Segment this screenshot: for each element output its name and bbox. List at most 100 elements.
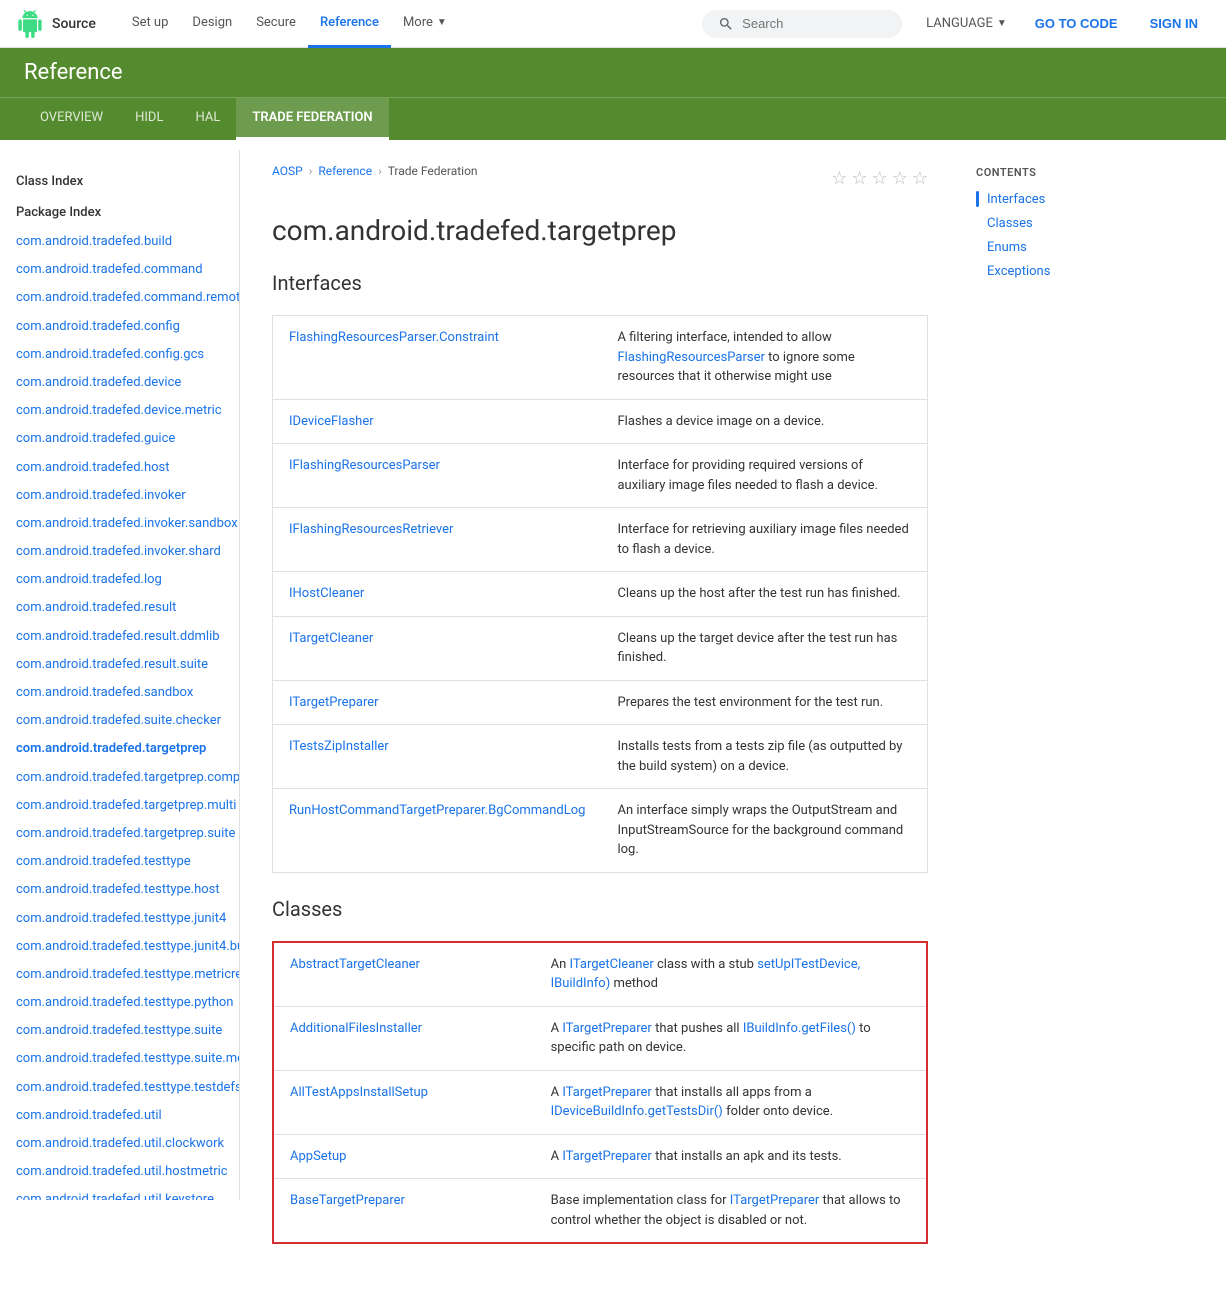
inline-link-itargetpreparer-3[interactable]: ITargetPreparer — [562, 1085, 652, 1100]
sign-in-button[interactable]: SIGN IN — [1138, 10, 1210, 37]
inline-link-idevicebuildinfo-gettestsdir[interactable]: IDeviceBuildInfo.getTestsDir() — [551, 1104, 723, 1119]
interface-link-ihostcleaner[interactable]: IHostCleaner — [289, 586, 364, 601]
sidebar-item-guice[interactable]: com.android.tradefed.guice — [0, 425, 239, 453]
table-row: ITargetCleaner Cleans up the target devi… — [273, 616, 928, 680]
sidebar-item-testtype-junit4[interactable]: com.android.tradefed.testtype.junit4 — [0, 905, 239, 933]
search-box[interactable] — [702, 10, 902, 38]
toc-interfaces[interactable]: Interfaces — [960, 187, 1160, 211]
sidebar-item-targetprep-suite[interactable]: com.android.tradefed.targetprep.suite — [0, 820, 239, 848]
inline-link-ibuildinfogetfiles[interactable]: IBuildInfo.getFiles() — [743, 1021, 856, 1036]
toc-classes[interactable]: Classes — [960, 211, 1160, 235]
sidebar-item-testtype-host[interactable]: com.android.tradefed.testtype.host — [0, 876, 239, 904]
star-3[interactable]: ☆ — [872, 168, 888, 189]
inline-link-itargetpreparer-4[interactable]: ITargetPreparer — [562, 1149, 652, 1164]
sidebar-item-util-hostmetric[interactable]: com.android.tradefed.util.hostmetric — [0, 1158, 239, 1186]
sidebar-item-util[interactable]: com.android.tradefed.util — [0, 1102, 239, 1130]
sidebar-item-package-index[interactable]: Package Index — [0, 197, 239, 228]
android-logo-icon — [16, 10, 44, 38]
sidebar-item-testtype-python[interactable]: com.android.tradefed.testtype.python — [0, 989, 239, 1017]
class-link-basetargetpreparer[interactable]: BaseTargetPreparer — [290, 1193, 405, 1208]
interface-link-itestszipinstaller[interactable]: ITestsZipInstaller — [289, 739, 389, 754]
sidebar-item-testtype-testdefs[interactable]: com.android.tradefed.testtype.testdefs — [0, 1074, 239, 1102]
inline-link-itargetpreparer-5[interactable]: ITargetPreparer — [730, 1193, 820, 1208]
language-button[interactable]: LANGUAGE ▼ — [918, 10, 1015, 37]
interface-link-iflashing-resources-retriever[interactable]: IFlashingResourcesRetriever — [289, 522, 453, 537]
interface-link-itargetcleaner[interactable]: ITargetCleaner — [289, 631, 373, 646]
sidebar-item-util-clockwork[interactable]: com.android.tradefed.util.clockwork — [0, 1130, 239, 1158]
breadcrumb-reference[interactable]: Reference — [318, 164, 372, 178]
star-4[interactable]: ☆ — [892, 168, 908, 189]
sidebar-item-targetprep-companion[interactable]: com.android.tradefed.targetprep.companio… — [0, 764, 239, 792]
sidebar-item-suite-checker[interactable]: com.android.tradefed.suite.checker — [0, 707, 239, 735]
nav-more[interactable]: More ▼ — [391, 0, 459, 48]
interface-link-runhostcommand[interactable]: RunHostCommandTargetPreparer.BgCommandLo… — [289, 803, 585, 818]
inline-link-itargetcleaner[interactable]: ITargetCleaner — [569, 957, 653, 972]
interface-link-itargetpreparer[interactable]: ITargetPreparer — [289, 695, 379, 710]
sidebar-item-command[interactable]: com.android.tradefed.command — [0, 256, 239, 284]
sidebar-item-result[interactable]: com.android.tradefed.result — [0, 594, 239, 622]
search-input[interactable] — [742, 16, 882, 31]
subnav-trade-federation[interactable]: TRADE FEDERATION — [236, 98, 388, 140]
sidebar-item-host[interactable]: com.android.tradefed.host — [0, 454, 239, 482]
subnav-hidl[interactable]: HIDL — [119, 98, 179, 140]
sidebar-item-targetprep[interactable]: com.android.tradefed.targetprep — [0, 735, 239, 763]
sidebar-item-build[interactable]: com.android.tradefed.build — [0, 228, 239, 256]
sidebar-item-targetprep-multi[interactable]: com.android.tradefed.targetprep.multi — [0, 792, 239, 820]
sidebar-item-device-metric[interactable]: com.android.tradefed.device.metric — [0, 397, 239, 425]
sidebar-item-config[interactable]: com.android.tradefed.config — [0, 313, 239, 341]
interface-desc-1: Flashes a device image on a device. — [601, 399, 927, 444]
subnav-hal[interactable]: HAL — [179, 98, 236, 140]
subnav-overview[interactable]: OVERVIEW — [24, 98, 119, 140]
star-2[interactable]: ☆ — [851, 168, 867, 189]
interface-link-ideviceflasher[interactable]: IDeviceFlasher — [289, 414, 374, 429]
sidebar-item-class-index[interactable]: Class Index — [0, 166, 239, 197]
main-layout: Class Index Package Index com.android.tr… — [0, 140, 1226, 1292]
sidebar-item-util-keystore[interactable]: com.android.tradefed.util.keystore — [0, 1186, 239, 1200]
star-5[interactable]: ☆ — [912, 168, 928, 189]
toc-indicator-interfaces — [976, 191, 979, 207]
sidebar-item-command-remote[interactable]: com.android.tradefed.command.remote — [0, 284, 239, 312]
toc-exceptions[interactable]: Exceptions — [960, 259, 1160, 283]
interface-link-iflashing-resources-parser[interactable]: IFlashingResourcesParser — [289, 458, 440, 473]
table-row: RunHostCommandTargetPreparer.BgCommandLo… — [273, 789, 928, 873]
class-link-alltestappsinstallsetup[interactable]: AllTestAppsInstallSetup — [290, 1085, 428, 1100]
breadcrumb-aosp[interactable]: AOSP — [272, 164, 303, 178]
logo-text: Source — [52, 16, 96, 32]
sidebar-item-testtype-metricregression[interactable]: com.android.tradefed.testtype.metricregr… — [0, 961, 239, 989]
inline-link-itargetpreparer-2[interactable]: ITargetPreparer — [562, 1021, 652, 1036]
toc-enums[interactable]: Enums — [960, 235, 1160, 259]
sidebar-item-testtype-suite-module[interactable]: com.android.tradefed.testtype.suite.modu… — [0, 1045, 239, 1073]
sidebar-item-invoker-shard[interactable]: com.android.tradefed.invoker.shard — [0, 538, 239, 566]
sidebar-item-log[interactable]: com.android.tradefed.log — [0, 566, 239, 594]
interface-link-flashing-constraint[interactable]: FlashingResourcesParser.Constraint — [289, 330, 499, 345]
sidebar-item-invoker-sandbox[interactable]: com.android.tradefed.invoker.sandbox — [0, 510, 239, 538]
sidebar-item-testtype[interactable]: com.android.tradefed.testtype — [0, 848, 239, 876]
sidebar-item-sandbox[interactable]: com.android.tradefed.sandbox — [0, 679, 239, 707]
sidebar-item-result-suite[interactable]: com.android.tradefed.result.suite — [0, 651, 239, 679]
class-link-abstracttargetcleaner[interactable]: AbstractTargetCleaner — [290, 957, 420, 972]
inline-link-flashing-resources-parser[interactable]: FlashingResourcesParser — [617, 350, 764, 365]
nav-secure[interactable]: Secure — [244, 0, 308, 48]
logo[interactable]: Source — [16, 10, 96, 38]
sidebar-item-invoker[interactable]: com.android.tradefed.invoker — [0, 482, 239, 510]
table-row: AdditionalFilesInstaller A ITargetPrepar… — [273, 1006, 927, 1070]
nav-reference[interactable]: Reference — [308, 0, 391, 48]
class-link-appsetup[interactable]: AppSetup — [290, 1149, 346, 1164]
nav-setup[interactable]: Set up — [120, 0, 181, 48]
search-icon — [718, 16, 734, 32]
nav-links: Set up Design Secure Reference More ▼ — [120, 0, 686, 48]
interfaces-section-title: Interfaces — [272, 271, 928, 303]
interface-desc-4: Cleans up the host after the test run ha… — [601, 572, 927, 617]
star-rating[interactable]: ☆ ☆ ☆ ☆ ☆ — [831, 168, 928, 189]
go-to-code-button[interactable]: GO TO CODE — [1023, 10, 1130, 37]
sidebar-item-testtype-suite[interactable]: com.android.tradefed.testtype.suite — [0, 1017, 239, 1045]
star-1[interactable]: ☆ — [831, 168, 847, 189]
sidebar-item-device[interactable]: com.android.tradefed.device — [0, 369, 239, 397]
interface-desc-3: Interface for retrieving auxiliary image… — [601, 508, 927, 572]
sidebar-item-config-gcs[interactable]: com.android.tradefed.config.gcs — [0, 341, 239, 369]
sidebar-item-testtype-junit4-builder[interactable]: com.android.tradefed.testtype.junit4.bui… — [0, 933, 239, 961]
sidebar-item-result-ddmlib[interactable]: com.android.tradefed.result.ddmlib — [0, 623, 239, 651]
class-link-additionalfilesinstaller[interactable]: AdditionalFilesInstaller — [290, 1021, 422, 1036]
nav-design[interactable]: Design — [180, 0, 244, 48]
breadcrumb-trade-federation: Trade Federation — [388, 164, 478, 178]
